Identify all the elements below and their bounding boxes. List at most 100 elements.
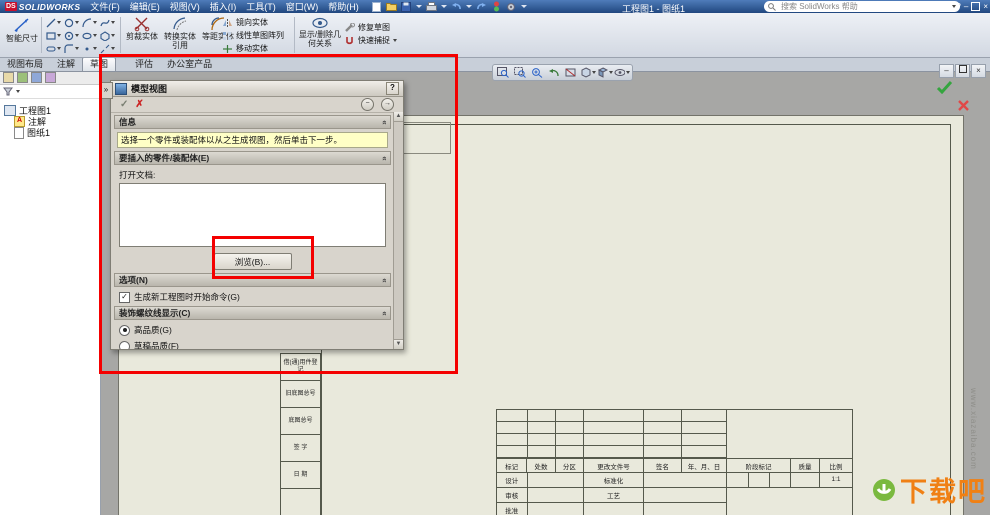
- filter-funnel-icon[interactable]: [3, 87, 13, 96]
- confirmation-cancel-button[interactable]: [957, 99, 970, 117]
- print-caret-icon[interactable]: [440, 5, 447, 8]
- display-style-button[interactable]: [597, 66, 613, 79]
- undo-caret-icon[interactable]: [465, 5, 472, 8]
- doc-close-button[interactable]: ×: [971, 64, 986, 78]
- staff-cell-blank: [644, 487, 726, 502]
- polygon-tool-button[interactable]: [98, 29, 116, 42]
- staff-design-label: 设计: [497, 472, 528, 487]
- new-document-button[interactable]: [370, 1, 383, 12]
- repair-sketch-icon: [345, 22, 355, 32]
- quick-snaps-caret-icon[interactable]: [393, 39, 397, 42]
- convert-entities-button[interactable]: 转换实体引用: [160, 15, 200, 57]
- point-tool-button[interactable]: [80, 42, 98, 55]
- ellipse-caret-icon[interactable]: [92, 34, 97, 37]
- polygon-caret-icon[interactable]: [110, 34, 115, 37]
- featuremanager-tree-tab-icon[interactable]: [3, 72, 14, 83]
- header-change-doc-no: 更改文件号: [584, 459, 644, 472]
- staff-row: 设计 标准化: [497, 472, 726, 488]
- perimeter-circle-caret-icon[interactable]: [74, 34, 79, 37]
- section-view-button[interactable]: [563, 66, 579, 79]
- ribbon-separator: [294, 17, 295, 53]
- search-box[interactable]: [764, 1, 960, 12]
- mirror-entities-button[interactable]: 镜向实体: [222, 16, 292, 29]
- staff-standardization-label: 标准化: [584, 472, 645, 487]
- feature-tree: 工程图1 A 注解 图纸1: [0, 99, 100, 139]
- print-button[interactable]: [425, 1, 438, 12]
- tab-view-layout[interactable]: 视图布局: [0, 58, 50, 71]
- point-caret-icon[interactable]: [92, 47, 97, 50]
- doc-minimize-button[interactable]: –: [939, 64, 954, 78]
- menu-tools[interactable]: 工具(T): [241, 0, 281, 13]
- display-relations-label: 显示/删除几何关系: [298, 30, 342, 48]
- centerline-caret-icon[interactable]: [110, 47, 115, 50]
- undo-button[interactable]: [450, 1, 463, 12]
- menu-insert[interactable]: 插入(I): [205, 0, 242, 13]
- save-caret-icon[interactable]: [415, 5, 422, 8]
- tab-annotation[interactable]: 注解: [50, 58, 82, 71]
- repair-sketch-button[interactable]: 修复草图: [344, 21, 398, 34]
- line-tool-button[interactable]: [44, 16, 62, 29]
- restore-button[interactable]: [971, 2, 981, 11]
- perimeter-circle-tool-button[interactable]: [62, 29, 80, 42]
- block-tracing-number: 底图总号: [280, 407, 321, 435]
- redo-button[interactable]: [475, 1, 488, 12]
- spline-caret-icon[interactable]: [110, 21, 115, 24]
- sheet-icon: [14, 126, 24, 139]
- tree-item-drawing[interactable]: 工程图1: [0, 105, 100, 116]
- menu-edit[interactable]: 编辑(E): [125, 0, 165, 13]
- open-document-button[interactable]: [385, 1, 398, 12]
- zoom-in-out-button[interactable]: [529, 66, 545, 79]
- dimxpert-tab-icon[interactable]: [45, 72, 56, 83]
- view-orientation-caret-icon[interactable]: [591, 71, 596, 74]
- circle-tool-button[interactable]: [62, 16, 80, 29]
- view-orientation-button[interactable]: [580, 66, 596, 79]
- previous-view-button[interactable]: [546, 66, 562, 79]
- minimize-button[interactable]: –: [964, 1, 968, 12]
- hide-show-items-button[interactable]: [614, 66, 630, 79]
- watermark-logo-icon: [873, 478, 895, 501]
- close-button[interactable]: ×: [983, 1, 988, 12]
- sheet-left-blocks: 借(通)用件登记 旧底图总号 底图总号 签 字 日 期: [280, 353, 321, 515]
- zoom-to-fit-button[interactable]: [495, 66, 511, 79]
- propertymanager-tab-icon[interactable]: [17, 72, 28, 83]
- circle-caret-icon[interactable]: [74, 21, 79, 24]
- ellipse-tool-button[interactable]: [80, 29, 98, 42]
- rebuild-button[interactable]: [490, 1, 503, 12]
- slot-tool-button[interactable]: [44, 42, 62, 55]
- quick-access-toolbar: [370, 1, 528, 12]
- menu-view[interactable]: 视图(V): [165, 0, 205, 13]
- tree-item-sheet[interactable]: 图纸1: [0, 126, 100, 139]
- staff-process-label: 工艺: [584, 487, 645, 502]
- display-style-caret-icon[interactable]: [608, 71, 613, 74]
- menu-window[interactable]: 窗口(W): [281, 0, 324, 13]
- hide-show-caret-icon[interactable]: [626, 71, 630, 74]
- display-delete-relations-button[interactable]: 显示/删除几何关系: [297, 15, 343, 57]
- spline-tool-button[interactable]: [98, 16, 116, 29]
- slot-caret-icon[interactable]: [56, 47, 61, 50]
- rectangle-tool-button[interactable]: [44, 29, 62, 42]
- menu-help[interactable]: 帮助(H): [323, 0, 364, 13]
- smart-dimension-button[interactable]: 智能尺寸: [2, 15, 42, 57]
- arc-tool-button[interactable]: [80, 16, 98, 29]
- stage-box: [770, 472, 791, 487]
- confirmation-ok-button[interactable]: [936, 80, 953, 99]
- fillet-tool-button[interactable]: [62, 42, 80, 55]
- menu-file[interactable]: 文件(F): [85, 0, 125, 13]
- filter-caret-icon[interactable]: [16, 90, 20, 93]
- trim-entities-button[interactable]: 剪裁实体: [124, 15, 160, 57]
- rectangle-caret-icon[interactable]: [56, 34, 61, 37]
- search-input[interactable]: [779, 1, 949, 12]
- configurationmanager-tab-icon[interactable]: [31, 72, 42, 83]
- linear-sketch-pattern-button[interactable]: 线性草图阵列: [222, 29, 292, 42]
- fillet-caret-icon[interactable]: [74, 47, 79, 50]
- options-caret-icon[interactable]: [520, 5, 527, 8]
- quick-snaps-button[interactable]: 快速捕捉: [344, 34, 398, 47]
- line-caret-icon[interactable]: [56, 21, 61, 24]
- options-gear-button[interactable]: [505, 1, 518, 12]
- help-button[interactable]: ?: [956, 1, 960, 12]
- save-button[interactable]: [400, 1, 413, 12]
- arc-caret-icon[interactable]: [92, 21, 97, 24]
- search-caret-icon[interactable]: [952, 5, 956, 8]
- zoom-to-area-button[interactable]: [512, 66, 528, 79]
- doc-restore-button[interactable]: [955, 64, 970, 78]
